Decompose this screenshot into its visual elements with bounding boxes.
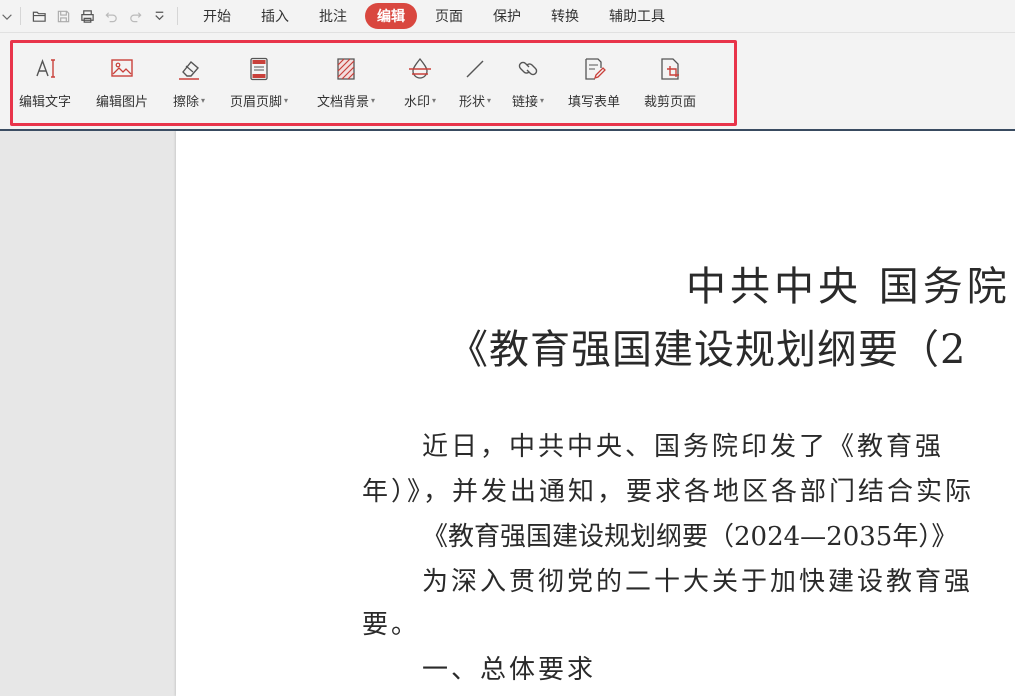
dropdown-caret-icon: ▾ <box>540 96 545 105</box>
dropdown-caret-icon: ▾ <box>201 96 206 105</box>
edit-image-button[interactable]: 编辑图片 <box>96 55 148 110</box>
tab-tools[interactable]: 辅助工具 <box>597 3 677 29</box>
edit-text-button[interactable]: 编辑文字 <box>19 55 71 110</box>
print-icon[interactable] <box>75 0 99 32</box>
tab-protect[interactable]: 保护 <box>481 3 533 29</box>
shape-label: 形状 <box>459 95 486 110</box>
redo-icon[interactable] <box>123 0 147 32</box>
tab-convert[interactable]: 转换 <box>539 3 591 29</box>
crop-page-button[interactable]: 裁剪页面 <box>644 55 696 110</box>
tab-edit[interactable]: 编辑 <box>365 3 417 29</box>
edit-image-icon <box>108 55 136 83</box>
watermark-button[interactable]: 水印 ▾ <box>404 55 436 110</box>
chevron-down-icon[interactable] <box>0 0 14 32</box>
link-button[interactable]: 链接 ▾ <box>512 55 544 110</box>
edit-tools-highlight: 编辑文字 编辑图片 擦除 ▾ 页眉页脚 ▾ 文档背景 ▾ 水印 ▾ 形状 ▾ 链… <box>10 40 737 126</box>
crop-page-label: 裁剪页面 <box>644 95 697 110</box>
customize-icon[interactable] <box>147 0 171 32</box>
line-shape-icon <box>461 55 489 83</box>
divider <box>177 7 178 25</box>
paragraph-line: 为深入贯彻党的二十大关于加快建设教育强 <box>422 567 974 597</box>
paragraph-line: 《教育强国建设规划纲要（2024—2035年）》 <box>422 522 958 552</box>
quick-access-toolbar <box>0 0 184 32</box>
link-icon <box>514 55 542 83</box>
paragraph-line: 近日，中共中央、国务院印发了《教育强 <box>422 432 945 462</box>
document-title-line1: 中共中央 国务院 <box>686 264 1011 310</box>
dropdown-caret-icon: ▾ <box>371 96 376 105</box>
shape-button[interactable]: 形状 ▾ <box>459 55 491 110</box>
edit-text-icon <box>31 55 59 83</box>
menu-bar: 开始 插入 批注 编辑 页面 保护 转换 辅助工具 <box>0 0 1015 33</box>
document-title-line2: 《教育强国建设规划纲要（2 <box>448 327 967 373</box>
section-heading: 一、总体要求 <box>422 655 597 685</box>
header-footer-button[interactable]: 页眉页脚 ▾ <box>230 55 288 110</box>
document-page: 中共中央 国务院 《教育强国建设规划纲要（2 近日，中共中央、国务院印发了《教育… <box>176 131 1015 696</box>
doc-background-label: 文档背景 <box>317 95 370 110</box>
crop-page-icon <box>656 55 684 83</box>
tab-insert[interactable]: 插入 <box>249 3 301 29</box>
erase-button[interactable]: 擦除 ▾ <box>173 55 205 110</box>
paragraph-line: 年）》，并发出通知，要求各地区各部门结合实际 <box>362 477 975 507</box>
header-footer-icon <box>245 55 273 83</box>
open-folder-icon[interactable] <box>27 0 51 32</box>
ribbon: 编辑文字 编辑图片 擦除 ▾ 页眉页脚 ▾ 文档背景 ▾ 水印 ▾ 形状 ▾ 链… <box>0 33 1015 131</box>
tab-start[interactable]: 开始 <box>191 3 243 29</box>
document-background-icon <box>332 55 360 83</box>
fill-form-button[interactable]: 填写表单 <box>568 55 620 110</box>
tab-page[interactable]: 页面 <box>423 3 475 29</box>
fill-form-icon <box>580 55 608 83</box>
doc-background-button[interactable]: 文档背景 ▾ <box>317 55 375 110</box>
divider <box>20 7 21 25</box>
left-gutter <box>0 131 176 696</box>
undo-icon[interactable] <box>99 0 123 32</box>
paragraph-line: 要。 <box>362 610 421 640</box>
link-label: 链接 <box>512 95 539 110</box>
dropdown-caret-icon: ▾ <box>432 96 437 105</box>
watermark-label: 水印 <box>404 95 431 110</box>
dropdown-caret-icon: ▾ <box>284 96 289 105</box>
menu-tabs: 开始 插入 批注 编辑 页面 保护 转换 辅助工具 <box>188 3 680 29</box>
eraser-icon <box>175 55 203 83</box>
edit-image-label: 编辑图片 <box>96 95 149 110</box>
save-icon[interactable] <box>51 0 75 32</box>
header-footer-label: 页眉页脚 <box>230 95 283 110</box>
watermark-icon <box>406 55 434 83</box>
fill-form-label: 填写表单 <box>568 95 621 110</box>
tab-comment[interactable]: 批注 <box>307 3 359 29</box>
erase-label: 擦除 <box>173 95 200 110</box>
dropdown-caret-icon: ▾ <box>487 96 492 105</box>
edit-text-label: 编辑文字 <box>19 95 72 110</box>
